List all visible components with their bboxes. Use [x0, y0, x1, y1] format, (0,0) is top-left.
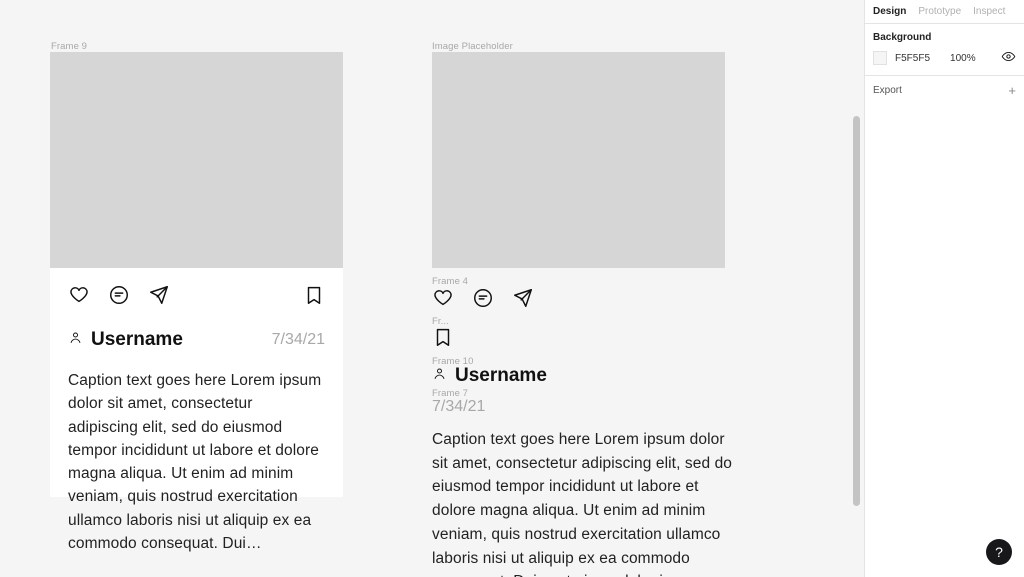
user-icon — [68, 330, 83, 350]
post-date-right: 7/34/21 — [432, 398, 485, 416]
background-heading: Background — [873, 32, 1016, 43]
background-hex[interactable]: F5F5F5 — [895, 53, 930, 64]
export-section[interactable]: Export + — [865, 76, 1024, 105]
help-label: ? — [995, 544, 1003, 560]
post-actions-row — [68, 284, 325, 311]
post-caption-right: Caption text goes here Lorem ipsum dolor… — [432, 428, 736, 577]
background-row[interactable]: F5F5F5 100% — [873, 49, 1016, 67]
share-icon[interactable] — [148, 284, 170, 311]
post-user-row: Username 7/34/21 — [68, 329, 325, 351]
plus-icon[interactable]: + — [1008, 84, 1016, 97]
post-date: 7/34/21 — [272, 331, 325, 349]
image-placeholder-left[interactable] — [50, 52, 343, 268]
post-actions-row-right — [432, 287, 534, 314]
background-section: Background F5F5F5 100% — [865, 24, 1024, 76]
inspector-tabs: Design Prototype Inspect — [865, 0, 1024, 24]
design-canvas[interactable]: Frame 9 — [0, 0, 864, 577]
tab-inspect[interactable]: Inspect — [973, 6, 1005, 17]
heart-icon[interactable] — [68, 284, 90, 311]
tab-prototype[interactable]: Prototype — [918, 6, 961, 17]
comment-icon[interactable] — [108, 284, 130, 311]
canvas-scrollbar-thumb[interactable] — [853, 116, 860, 506]
background-swatch[interactable] — [873, 51, 887, 65]
bookmark-icon[interactable] — [303, 284, 325, 311]
background-opacity[interactable]: 100% — [950, 53, 976, 64]
user-icon — [432, 366, 447, 386]
heart-icon[interactable] — [432, 287, 454, 314]
post-username: Username — [91, 329, 183, 351]
comment-icon[interactable] — [472, 287, 494, 314]
frame-label-frame-9[interactable]: Frame 9 — [51, 41, 87, 52]
visibility-eye-icon[interactable] — [1001, 49, 1016, 67]
help-button[interactable]: ? — [986, 539, 1012, 565]
canvas-scrollbar-track[interactable] — [853, 0, 860, 577]
post-caption: Caption text goes here Lorem ipsum dolor… — [68, 369, 325, 555]
image-placeholder-right[interactable] — [432, 52, 725, 268]
share-icon[interactable] — [512, 287, 534, 314]
post-username: Username — [455, 365, 547, 387]
tab-design[interactable]: Design — [873, 6, 906, 17]
bookmark-icon[interactable] — [432, 326, 454, 353]
post-card-left[interactable]: Username 7/34/21 Caption text goes here … — [50, 268, 343, 497]
export-label: Export — [873, 85, 902, 96]
frame-label-image-placeholder[interactable]: Image Placeholder — [432, 41, 513, 52]
inspector-panel: Design Prototype Inspect Background F5F5… — [864, 0, 1024, 577]
frame-label-frame-4[interactable]: Frame 4 — [432, 276, 468, 287]
post-user-row-right: Username — [432, 365, 547, 387]
